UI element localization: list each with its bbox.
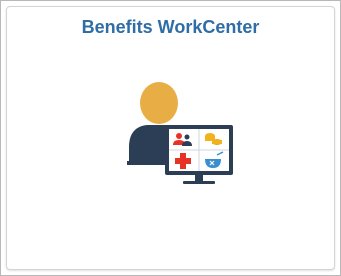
page-frame: Benefits WorkCenter <box>0 0 341 276</box>
monitor-icon <box>165 125 233 184</box>
tile-title: Benefits WorkCenter <box>81 17 260 37</box>
benefits-workcenter-tile[interactable]: Benefits WorkCenter <box>6 6 335 270</box>
benefits-workcenter-icon <box>127 82 233 184</box>
person-head-icon <box>140 82 178 124</box>
